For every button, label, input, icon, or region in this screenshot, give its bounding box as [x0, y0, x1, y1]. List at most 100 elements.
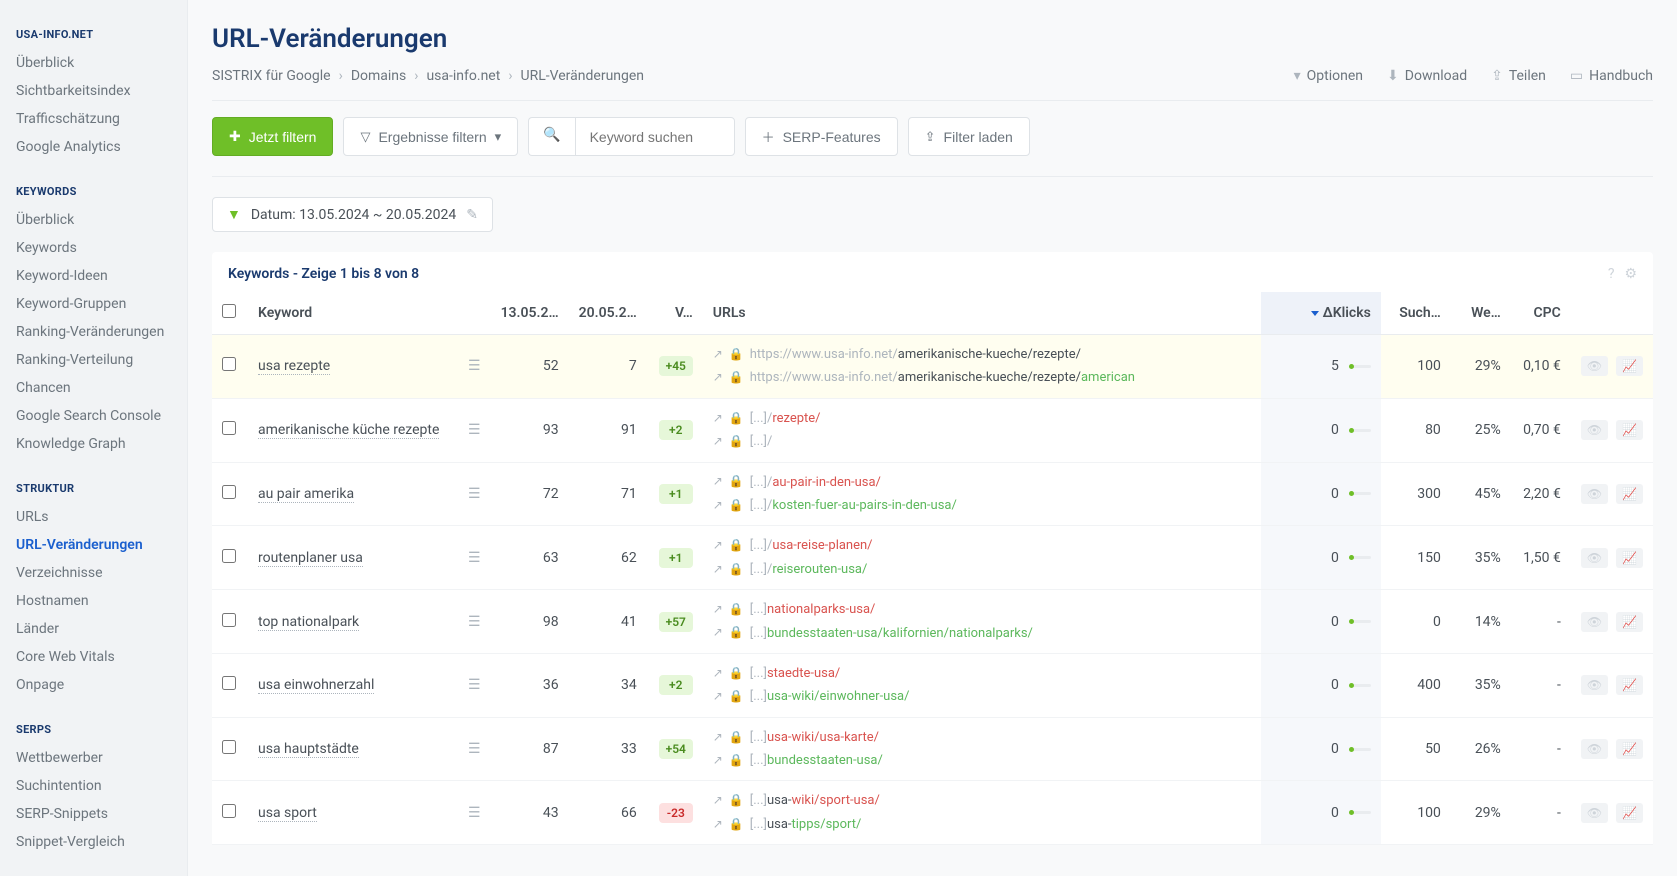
date-filter-chip[interactable]: ▼ Datum: 13.05.2024 ~ 20.05.2024 ✎: [212, 197, 493, 232]
sidebar-item[interactable]: Google Analytics: [0, 133, 187, 161]
chart-icon[interactable]: 📈: [1616, 803, 1643, 823]
chart-icon[interactable]: 📈: [1616, 739, 1643, 759]
download-action[interactable]: ⬇ Download: [1387, 68, 1467, 84]
sidebar-item[interactable]: SERP-Snippets: [0, 800, 187, 828]
optionen-action[interactable]: ▾ Optionen: [1294, 68, 1363, 84]
url-line[interactable]: ↗🔒https://www.usa-info.net/amerikanische…: [713, 343, 1251, 366]
sidebar-item[interactable]: Keywords: [0, 234, 187, 262]
row-checkbox[interactable]: [222, 740, 236, 754]
url-line[interactable]: ↗🔒[...]usa-wiki/usa-karte/: [713, 726, 1251, 749]
gear-icon[interactable]: ⚙: [1624, 266, 1637, 282]
col-date1[interactable]: 13.05.2…: [491, 292, 569, 335]
url-line[interactable]: ↗🔒[...]/reiserouten-usa/: [713, 558, 1251, 581]
list-icon[interactable]: ☰: [468, 741, 481, 757]
serp-features-button[interactable]: ＋ SERP-Features: [745, 117, 898, 156]
chart-icon[interactable]: 📈: [1616, 484, 1643, 504]
row-checkbox[interactable]: [222, 549, 236, 563]
sidebar-item[interactable]: Sichtbarkeitsindex: [0, 77, 187, 105]
url-line[interactable]: ↗🔒[...]bundesstaaten-usa/kalifornien/nat…: [713, 622, 1251, 645]
sidebar-item[interactable]: Core Web Vitals: [0, 643, 187, 671]
sidebar-item[interactable]: Länder: [0, 615, 187, 643]
list-icon[interactable]: ☰: [468, 422, 481, 438]
list-icon[interactable]: ☰: [468, 486, 481, 502]
sidebar-item[interactable]: Chancen: [0, 374, 187, 402]
sidebar-item[interactable]: URLs: [0, 503, 187, 531]
sidebar-item[interactable]: Verzeichnisse: [0, 559, 187, 587]
sidebar-item[interactable]: Suchintention: [0, 772, 187, 800]
col-clicks[interactable]: ΔKlicks: [1261, 292, 1381, 335]
eye-icon[interactable]: 👁: [1581, 484, 1608, 504]
breadcrumb-item[interactable]: Domains: [351, 68, 406, 84]
col-wett[interactable]: We…: [1451, 292, 1511, 335]
row-checkbox[interactable]: [222, 485, 236, 499]
eye-icon[interactable]: 👁: [1581, 548, 1608, 568]
row-checkbox[interactable]: [222, 804, 236, 818]
col-delta[interactable]: V…: [647, 292, 703, 335]
sidebar-item[interactable]: Snippet-Vergleich: [0, 828, 187, 856]
keyword-link[interactable]: top nationalpark: [258, 614, 359, 631]
keyword-link[interactable]: au pair amerika: [258, 486, 354, 503]
eye-icon[interactable]: 👁: [1581, 356, 1608, 376]
handbuch-action[interactable]: ▭ Handbuch: [1570, 68, 1653, 84]
eye-icon[interactable]: 👁: [1581, 612, 1608, 632]
list-icon[interactable]: ☰: [468, 677, 481, 693]
sidebar-item[interactable]: Onpage: [0, 671, 187, 699]
sidebar-item[interactable]: Trafficschätzung: [0, 105, 187, 133]
chart-icon[interactable]: 📈: [1616, 548, 1643, 568]
sidebar-item[interactable]: Knowledge Graph: [0, 430, 187, 458]
help-icon[interactable]: ?: [1608, 266, 1615, 282]
eye-icon[interactable]: 👁: [1581, 420, 1608, 440]
sidebar-item[interactable]: Überblick: [0, 49, 187, 77]
keyword-link[interactable]: usa sport: [258, 805, 317, 822]
keyword-link[interactable]: usa rezepte: [258, 358, 330, 375]
row-checkbox[interactable]: [222, 421, 236, 435]
chart-icon[interactable]: 📈: [1616, 356, 1643, 376]
sidebar-item[interactable]: Wettbewerber: [0, 744, 187, 772]
col-cpc[interactable]: CPC: [1511, 292, 1571, 335]
url-line[interactable]: ↗🔒https://www.usa-info.net/amerikanische…: [713, 366, 1251, 389]
breadcrumb-item[interactable]: SISTRIX für Google: [212, 68, 331, 84]
row-checkbox[interactable]: [222, 357, 236, 371]
keyword-link[interactable]: routenplaner usa: [258, 550, 363, 567]
sidebar-item[interactable]: Ranking-Verteilung: [0, 346, 187, 374]
sidebar-item[interactable]: URL-Veränderungen: [0, 531, 187, 559]
list-icon[interactable]: ☰: [468, 358, 481, 374]
keyword-link[interactable]: usa hauptstädte: [258, 741, 359, 758]
sidebar-item[interactable]: Hostnamen: [0, 587, 187, 615]
col-such[interactable]: Such…: [1381, 292, 1451, 335]
list-icon[interactable]: ☰: [468, 614, 481, 630]
url-line[interactable]: ↗🔒[...]usa-tipps/sport/: [713, 813, 1251, 836]
select-all-checkbox[interactable]: [222, 304, 236, 318]
breadcrumb-item[interactable]: usa-info.net: [426, 68, 500, 84]
jetzt-filtern-button[interactable]: ✚ Jetzt filtern: [212, 117, 333, 156]
eye-icon[interactable]: 👁: [1581, 803, 1608, 823]
url-line[interactable]: ↗🔒[...]/usa-reise-planen/: [713, 534, 1251, 557]
url-line[interactable]: ↗🔒[...]/au-pair-in-den-usa/: [713, 471, 1251, 494]
sidebar-item[interactable]: Keyword-Gruppen: [0, 290, 187, 318]
col-keyword[interactable]: Keyword: [248, 292, 458, 335]
col-date2[interactable]: 20.05.2…: [569, 292, 647, 335]
keyword-link[interactable]: usa einwohnerzahl: [258, 677, 374, 694]
col-urls[interactable]: URLs: [703, 292, 1261, 335]
chart-icon[interactable]: 📈: [1616, 675, 1643, 695]
search-input[interactable]: [575, 117, 735, 156]
chart-icon[interactable]: 📈: [1616, 420, 1643, 440]
eye-icon[interactable]: 👁: [1581, 739, 1608, 759]
row-checkbox[interactable]: [222, 676, 236, 690]
teilen-action[interactable]: ⇪ Teilen: [1491, 68, 1546, 84]
eye-icon[interactable]: 👁: [1581, 675, 1608, 695]
url-line[interactable]: ↗🔒[...]usa-wiki/sport-usa/: [713, 789, 1251, 812]
url-line[interactable]: ↗🔒[...]bundesstaaten-usa/: [713, 749, 1251, 772]
row-checkbox[interactable]: [222, 613, 236, 627]
filter-laden-button[interactable]: ⇪ Filter laden: [908, 117, 1030, 156]
keyword-link[interactable]: amerikanische küche rezepte: [258, 422, 439, 439]
url-line[interactable]: ↗🔒[...]usa-wiki/einwohner-usa/: [713, 685, 1251, 708]
sidebar-item[interactable]: Überblick: [0, 206, 187, 234]
sidebar-item[interactable]: Keyword-Ideen: [0, 262, 187, 290]
url-line[interactable]: ↗🔒[...]/rezepte/: [713, 407, 1251, 430]
sidebar-item[interactable]: Ranking-Veränderungen: [0, 318, 187, 346]
ergebnisse-filtern-button[interactable]: ▽ Ergebnisse filtern ▾: [343, 117, 518, 156]
list-icon[interactable]: ☰: [468, 805, 481, 821]
edit-icon[interactable]: ✎: [466, 207, 478, 223]
url-line[interactable]: ↗🔒[...]nationalparks-usa/: [713, 598, 1251, 621]
